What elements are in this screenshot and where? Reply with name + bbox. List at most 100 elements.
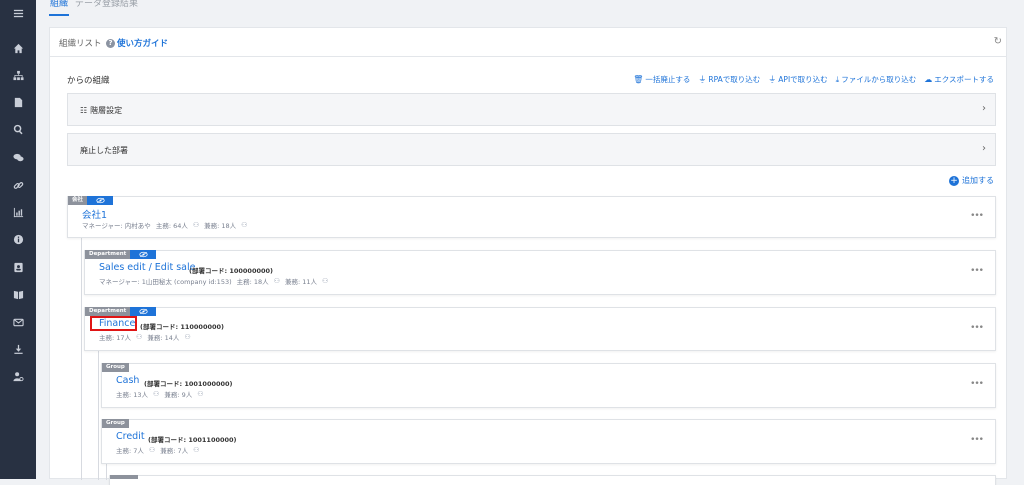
chat-icon[interactable] <box>0 149 36 165</box>
hierarchy-settings-collapsible[interactable]: ☷ 階層設定 › <box>67 93 996 126</box>
abolished-departments-label: 廃止した部署 <box>80 146 128 155</box>
add-label: 追加する <box>962 176 994 185</box>
sub-count: 兼務: 7人 <box>160 447 189 455</box>
org-card-company[interactable]: 会社 会社1 マネージャー: 内村あや 主務: 64人 ⚇ 兼務: 18人 ⚇ … <box>67 196 996 238</box>
action-bar: 🗑︎ 一括廃止する ⏚ RPAで取り込む ⏚ APIで取り込む ⤓ ファイルから… <box>633 74 994 85</box>
department-code: (部署コード: 1001100000) <box>148 436 237 444</box>
org-name[interactable]: Credit <box>116 431 145 442</box>
org-card-group[interactable]: Group Cash (部署コード: 1001000000) 主務: 13人 ⚇… <box>101 363 996 408</box>
org-meta: マネージャー: 1山田秘太 (company id:153) 主務: 18人 ⚇… <box>99 276 328 286</box>
file-import-button[interactable]: ⤓ ファイルから取り込む <box>836 74 917 85</box>
visibility-icon[interactable] <box>130 250 157 259</box>
usage-guide-link[interactable]: ? 使い方ガイド <box>106 37 168 49</box>
more-options-icon[interactable]: ••• <box>970 435 984 445</box>
add-button[interactable]: + 追加する <box>949 175 994 186</box>
more-options-icon[interactable]: ••• <box>970 379 984 389</box>
card-badges: 会社 <box>68 196 114 205</box>
type-badge: 会社 <box>68 196 88 205</box>
department-code: (部署コード: 110000000) <box>140 323 225 331</box>
api-import-button[interactable]: ⏚ APIで取り込む <box>768 74 827 85</box>
plug-icon: ⏚ <box>768 75 777 84</box>
type-badge <box>110 475 138 479</box>
menu-icon[interactable] <box>0 5 36 21</box>
sub-count: 兼務: 14人 <box>147 334 180 342</box>
main-count: 主務: 17人 <box>99 334 132 342</box>
bulk-abolish-button[interactable]: 🗑︎ 一括廃止する <box>633 74 690 85</box>
org-card-department[interactable]: Department Finance (部署コード: 110000000) 主務… <box>84 307 996 351</box>
people-icon: ⚇ <box>184 333 191 341</box>
rpa-import-button[interactable]: ⏚ RPAで取り込む <box>698 74 760 85</box>
org-card-partial[interactable] <box>109 475 996 485</box>
cloud-upload-icon: ☁ <box>924 75 933 84</box>
people-icon: ⚇ <box>148 446 156 454</box>
tree-connector <box>98 350 99 480</box>
chevron-right-icon: › <box>982 143 986 154</box>
org-meta: 主務: 13人 ⚇ 兼務: 9人 ⚇ <box>116 389 204 399</box>
people-icon: ⚇ <box>197 390 204 398</box>
tab-organization[interactable]: 組織 <box>49 0 70 16</box>
chart-icon[interactable] <box>0 204 36 220</box>
mail-icon[interactable] <box>0 314 36 330</box>
more-options-icon[interactable]: ••• <box>970 211 984 221</box>
refresh-icon[interactable]: ↻ <box>994 36 1002 47</box>
export-label: エクスポートする <box>934 75 994 84</box>
trash-icon: 🗑︎ <box>633 75 644 84</box>
home-icon[interactable] <box>0 40 36 56</box>
chevron-right-icon: › <box>982 103 986 114</box>
book-icon[interactable] <box>0 286 36 302</box>
file-import-label: ファイルから取り込む <box>841 75 917 84</box>
card-badges <box>110 475 138 484</box>
people-icon: ⚇ <box>153 390 160 398</box>
org-meta: マネージャー: 内村あや 主務: 64人 ⚇ 兼務: 18人 ⚇ <box>82 220 247 230</box>
org-meta: 主務: 7人 ⚇ 兼務: 7人 ⚇ <box>116 445 199 455</box>
manager-text: マネージャー: 内村あや <box>82 222 151 230</box>
search-icon[interactable] <box>0 121 36 137</box>
hierarchy-settings-label: 階層設定 <box>90 106 123 115</box>
sub-count: 兼務: 9人 <box>164 391 193 399</box>
org-chart-icon[interactable] <box>0 67 36 83</box>
link-icon[interactable] <box>0 177 36 193</box>
visibility-icon[interactable] <box>87 196 114 205</box>
download-icon[interactable] <box>0 341 36 357</box>
sub-count: 兼務: 18人 <box>204 222 237 230</box>
plus-circle-icon: + <box>949 175 959 186</box>
abolished-departments-collapsible[interactable]: 廃止した部署 › <box>67 133 996 166</box>
org-card-department[interactable]: Department Sales edit / Edit sale (部署コード… <box>84 250 996 295</box>
org-name[interactable]: Cash <box>116 375 139 386</box>
organization-panel: 組織リスト ? 使い方ガイド ↻ からの組織 🗑︎ 一括廃止する ⏚ RPAで取… <box>49 27 1007 485</box>
tree-connector <box>81 237 82 480</box>
info-icon[interactable] <box>0 231 36 247</box>
people-icon: ⚇ <box>241 221 248 229</box>
plug-icon: ⏚ <box>698 75 707 84</box>
org-card-group[interactable]: Group Credit (部署コード: 1001100000) 主務: 7人 … <box>101 419 996 464</box>
bulk-abolish-label: 一括廃止する <box>645 75 691 84</box>
hierarchy-icon: ☷ <box>80 106 88 115</box>
org-meta: 主務: 17人 ⚇ 兼務: 14人 ⚇ <box>99 332 191 342</box>
document-icon[interactable] <box>0 94 36 110</box>
main-count: 主務: 18人 <box>236 278 269 286</box>
people-icon: ⚇ <box>136 333 143 341</box>
tree-connector <box>106 462 107 480</box>
type-badge: Department <box>85 307 131 316</box>
people-icon: ⚇ <box>273 277 280 285</box>
user-settings-icon[interactable] <box>0 368 36 384</box>
more-options-icon[interactable]: ••• <box>970 323 984 333</box>
sidebar <box>0 0 36 479</box>
more-options-icon[interactable]: ••• <box>970 266 984 276</box>
tab-data-registration-results[interactable]: データ登録結果 <box>75 0 138 16</box>
type-badge: Group <box>102 363 129 372</box>
visibility-icon[interactable] <box>130 307 157 316</box>
department-code: (部署コード: 1001000000) <box>144 380 233 388</box>
org-name[interactable]: 会社1 <box>82 207 107 221</box>
people-icon: ⚇ <box>192 221 200 229</box>
type-badge: Department <box>85 250 131 259</box>
rpa-import-label: RPAで取り込む <box>708 75 761 84</box>
people-icon: ⚇ <box>321 277 329 285</box>
api-import-label: APIで取り込む <box>778 75 828 84</box>
main-count: 主務: 7人 <box>116 447 144 455</box>
export-button[interactable]: ☁ エクスポートする <box>924 74 994 85</box>
contact-card-icon[interactable] <box>0 259 36 275</box>
org-name[interactable]: Sales edit / Edit sale <box>99 262 195 273</box>
section-title: からの組織 <box>67 76 110 86</box>
department-code: (部署コード: 100000000) <box>189 267 274 275</box>
